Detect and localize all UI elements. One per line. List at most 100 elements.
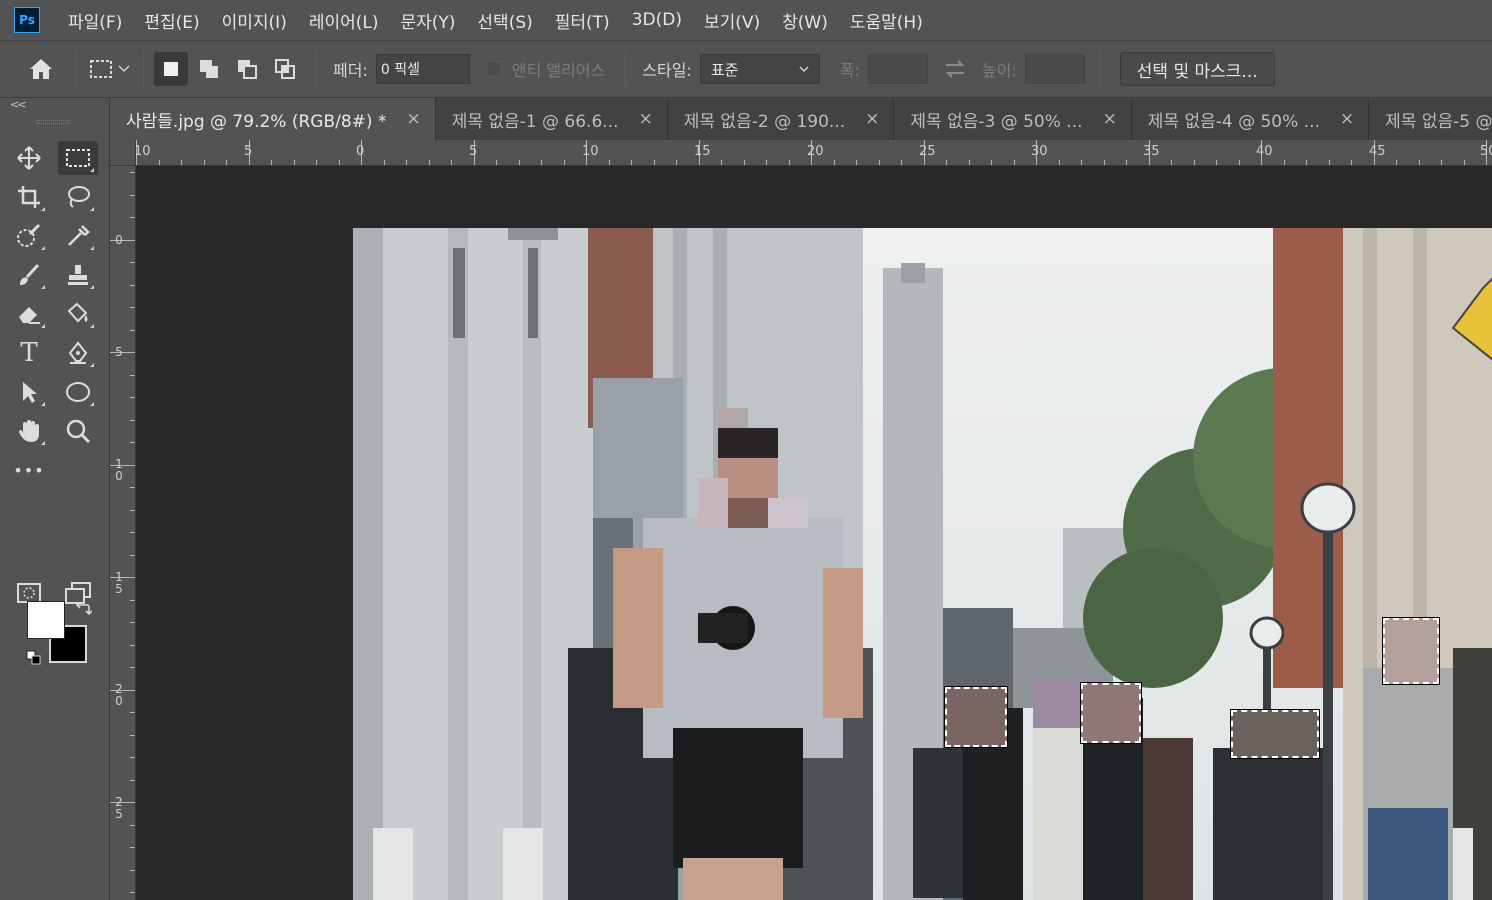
ruler-label: 35: [1143, 144, 1160, 159]
ruler-origin[interactable]: [110, 140, 136, 166]
separator: [625, 51, 627, 87]
lasso-tool-icon[interactable]: [58, 180, 98, 214]
style-select[interactable]: 표준: [699, 54, 820, 84]
ruler-label: 15: [115, 570, 123, 596]
eyedropper-tool-icon[interactable]: [58, 219, 98, 253]
selection-marquee-face-4[interactable]: [1382, 617, 1440, 685]
zoom-tool-icon[interactable]: [58, 414, 98, 448]
menu-help[interactable]: 도움말(H): [850, 8, 923, 33]
menu-image[interactable]: 이미지(I): [222, 8, 287, 33]
ruler-label: 15: [694, 144, 711, 159]
tab-untitled-5[interactable]: 제목 없음-5 @: [1369, 98, 1492, 140]
menu-type[interactable]: 문자(Y): [400, 8, 455, 33]
tab-untitled-4[interactable]: 제목 없음-4 @ 50% ... ×: [1131, 98, 1370, 140]
crop-tool-icon[interactable]: [9, 180, 49, 214]
vertical-ruler[interactable]: 0 5 10 15 20 25: [110, 166, 136, 900]
tab-label: 제목 없음-5 @: [1385, 111, 1492, 132]
separator: [143, 51, 144, 87]
close-icon[interactable]: ×: [406, 109, 420, 129]
menu-window[interactable]: 창(W): [782, 8, 828, 33]
new-selection-button[interactable]: [154, 52, 188, 86]
separator: [76, 51, 77, 87]
collapse-panel-icon[interactable]: <<: [10, 98, 27, 111]
selection-marquee-face-1[interactable]: [944, 686, 1008, 748]
menu-filter[interactable]: 필터(T): [555, 8, 610, 33]
horizontal-ruler[interactable]: 10 5 0 5 10 15 20 25 30 35 40 45 50: [136, 140, 1492, 166]
antialias-label: 앤티 앨리어스: [511, 61, 606, 80]
tab-document-people[interactable]: 사람들.jpg @ 79.2% (RGB/8#) * ×: [110, 98, 436, 140]
feather-input[interactable]: 0 픽셀: [375, 54, 470, 84]
pen-tool-icon[interactable]: [58, 336, 98, 370]
ruler-label: 10: [115, 457, 123, 483]
ruler-label: 10: [136, 144, 151, 159]
ruler-label: 5: [469, 144, 478, 159]
foreground-color-swatch[interactable]: [27, 601, 65, 639]
width-label: 폭:: [839, 61, 860, 80]
swap-width-height-icon[interactable]: [928, 59, 982, 79]
ellipse-tool-icon[interactable]: [58, 375, 98, 409]
close-icon[interactable]: ×: [865, 109, 879, 129]
document-tabs: 사람들.jpg @ 79.2% (RGB/8#) * × 제목 없음-1 @ 6…: [110, 98, 1492, 140]
separator: [316, 51, 317, 87]
style-select-value: 표준: [710, 60, 739, 79]
path-selection-tool-icon[interactable]: [9, 375, 49, 409]
selection-marquee-face-3[interactable]: [1230, 709, 1320, 759]
menu-3d[interactable]: 3D(D): [632, 10, 682, 30]
ruler-label: 0: [356, 144, 365, 159]
photo-people-street[interactable]: [353, 228, 1492, 900]
menu-layer[interactable]: 레이어(L): [309, 8, 379, 33]
width-input[interactable]: [867, 54, 928, 84]
paint-bucket-tool-icon[interactable]: [58, 297, 98, 331]
type-tool-icon[interactable]: T: [9, 336, 49, 370]
ruler-label: 30: [1031, 144, 1048, 159]
ruler-label: 40: [1256, 144, 1273, 159]
tab-label: 제목 없음-2 @ 190...: [683, 111, 846, 132]
street-photo-image: [353, 228, 1492, 900]
add-selection-icon: [200, 60, 218, 78]
ruler-label: 5: [244, 144, 253, 159]
menu-view[interactable]: 보기(V): [704, 8, 760, 33]
tab-untitled-2[interactable]: 제목 없음-2 @ 190... ×: [667, 98, 895, 140]
canvas-workspace[interactable]: [136, 166, 1492, 900]
more-tools-icon[interactable]: •••: [9, 453, 49, 487]
tab-untitled-1[interactable]: 제목 없음-1 @ 66.6... ×: [435, 98, 668, 140]
brush-tool-icon[interactable]: [9, 258, 49, 292]
menu-bar: Ps 파일(F) 편집(E) 이미지(I) 레이어(L) 문자(Y) 선택(S)…: [0, 0, 1492, 40]
new-selection-icon: [164, 62, 178, 76]
rectangular-marquee-icon[interactable]: [87, 58, 115, 80]
eraser-tool-icon[interactable]: [9, 297, 49, 331]
chevron-down-icon: [799, 65, 809, 72]
photoshop-window: Ps 파일(F) 편집(E) 이미지(I) 레이어(L) 문자(Y) 선택(S)…: [0, 0, 1492, 900]
options-bar: 페더: 0 픽셀 앤티 앨리어스 스타일: 표준 폭: 높이: 선택 및 마스크…: [0, 40, 1492, 98]
tools-panel: << T •••: [0, 98, 110, 900]
tab-label: 사람들.jpg @ 79.2% (RGB/8#) *: [126, 111, 387, 132]
clone-stamp-tool-icon[interactable]: [58, 258, 98, 292]
intersect-selection-icon: [275, 59, 295, 79]
menu-file[interactable]: 파일(F): [68, 8, 122, 33]
tab-untitled-3[interactable]: 제목 없음-3 @ 50% ... ×: [894, 98, 1132, 140]
marquee-tool-icon[interactable]: [58, 141, 98, 175]
tool-preset-chevron-down-icon[interactable]: [115, 65, 133, 73]
close-icon[interactable]: ×: [639, 109, 653, 129]
move-tool-icon[interactable]: [9, 141, 49, 175]
height-input[interactable]: [1024, 54, 1085, 84]
menu-edit[interactable]: 편집(E): [144, 8, 199, 33]
selection-marquee-face-2[interactable]: [1080, 682, 1142, 744]
ruler-label: 10: [582, 144, 599, 159]
panel-grip[interactable]: [36, 120, 70, 124]
hand-tool-icon[interactable]: [9, 414, 49, 448]
close-icon[interactable]: ×: [1103, 109, 1117, 129]
select-and-mask-button[interactable]: 선택 및 마스크...: [1119, 52, 1275, 86]
add-to-selection-button[interactable]: [192, 52, 226, 86]
subtract-from-selection-button[interactable]: [230, 52, 264, 86]
ruler-label: 5: [115, 345, 123, 359]
quick-selection-tool-icon[interactable]: [9, 219, 49, 253]
home-icon[interactable]: [16, 57, 66, 81]
antialias-checkbox[interactable]: [485, 61, 502, 77]
tab-label: 제목 없음-3 @ 50% ...: [910, 111, 1083, 132]
close-icon[interactable]: ×: [1340, 109, 1354, 129]
default-colors-icon[interactable]: [26, 650, 42, 670]
menu-select[interactable]: 선택(S): [477, 8, 532, 33]
ruler-label: 0: [115, 233, 123, 247]
intersect-selection-button[interactable]: [268, 52, 302, 86]
